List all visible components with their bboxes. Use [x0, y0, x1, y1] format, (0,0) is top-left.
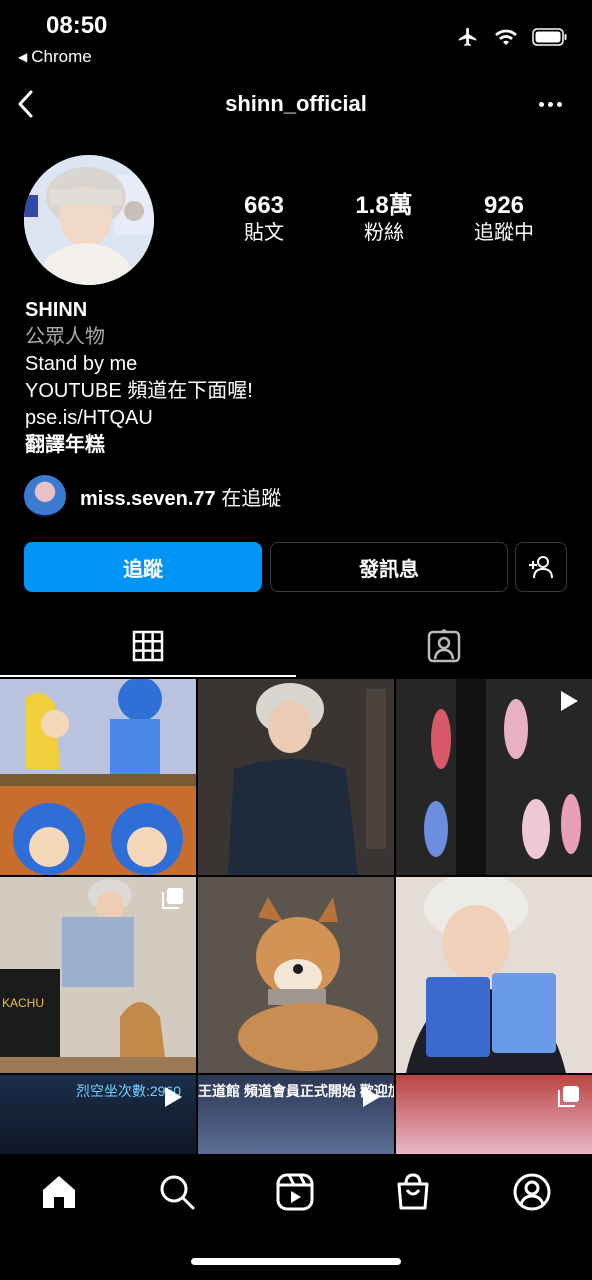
reel-play-icon [165, 1087, 182, 1107]
profile-bio: SHINN 公眾人物 Stand by me YOUTUBE 頻道在下面喔! p… [25, 297, 253, 459]
status-time: 08:50 [46, 12, 108, 39]
back-app-label: Chrome [31, 47, 92, 66]
post-thumbnail [198, 877, 394, 1073]
posts-count: 663 [243, 192, 285, 219]
grid-post[interactable]: 烈空坐次數:2960 [0, 1075, 196, 1155]
profile-category: 公眾人物 [25, 326, 105, 348]
followers-label: 粉絲 [364, 222, 404, 244]
posts-stat[interactable]: 663 貼文 [204, 192, 324, 246]
mutual-avatar [24, 475, 66, 517]
followers-stat[interactable]: 1.8萬 粉絲 [324, 192, 444, 246]
follow-button[interactable]: 追蹤 [24, 542, 262, 592]
mutual-username: miss.seven.77 [80, 487, 216, 510]
following-count: 926 [483, 192, 525, 219]
profile-icon[interactable] [512, 1172, 552, 1212]
grid-post[interactable] [396, 1075, 592, 1155]
grid-icon [132, 630, 164, 662]
followers-count: 1.8萬 [355, 192, 413, 219]
profile-tabs [0, 615, 592, 677]
bio-line: Stand by me [25, 353, 138, 375]
mutual-suffix: 在追蹤 [215, 487, 282, 510]
carousel-icon [162, 888, 183, 909]
tab-tagged[interactable] [296, 615, 592, 677]
following-stat[interactable]: 926 追蹤中 [444, 192, 564, 246]
grid-post[interactable] [198, 877, 394, 1073]
bio-line: YOUTUBE 頻道在下面喔! [25, 380, 253, 402]
bio-translation[interactable]: 翻譯年糕 [25, 432, 253, 459]
carousel-icon [558, 1086, 579, 1107]
battery-icon [532, 28, 567, 46]
status-icons [456, 26, 568, 48]
add-user-icon [529, 556, 553, 579]
grid-post[interactable]: KACHU [0, 877, 196, 1073]
bio-link[interactable]: pse.is/HTQAU [25, 405, 253, 432]
reels-icon[interactable] [275, 1172, 315, 1212]
suggest-users-button[interactable] [515, 542, 567, 592]
tagged-icon [427, 629, 461, 663]
active-tab-indicator [0, 675, 296, 677]
grid-post[interactable] [396, 679, 592, 875]
mutual-follower[interactable]: miss.seven.77 在追蹤 [24, 475, 281, 517]
airplane-icon [458, 27, 477, 47]
message-button[interactable]: 發訊息 [270, 542, 508, 592]
back-triangle-icon: ◀ [18, 50, 28, 64]
more-options-button[interactable] [539, 102, 562, 107]
tab-posts[interactable] [0, 615, 296, 677]
posts-label: 貼文 [244, 222, 284, 244]
reel-play-icon [363, 1087, 380, 1107]
wifi-icon [495, 29, 517, 45]
reel-play-icon [561, 691, 578, 711]
profile-username: shinn_official [225, 91, 367, 116]
avatar-image [24, 155, 154, 285]
grid-post[interactable] [396, 877, 592, 1073]
following-label: 追蹤中 [474, 222, 534, 244]
grid-post[interactable] [198, 679, 394, 875]
post-thumbnail [396, 877, 592, 1073]
svg-text:KACHU: KACHU [2, 996, 44, 1010]
profile-stats: 663 貼文 1.8萬 粉絲 926 追蹤中 [204, 192, 564, 246]
grid-post[interactable] [0, 679, 196, 875]
back-to-app-link[interactable]: ◀ Chrome [18, 47, 92, 67]
display-name: SHINN [25, 299, 88, 321]
profile-avatar[interactable] [24, 155, 154, 285]
home-indicator [191, 1258, 401, 1265]
grid-post[interactable]: 王道館 頻道會員正式開始 歡迎加 [198, 1075, 394, 1155]
home-icon[interactable] [39, 1172, 79, 1212]
post-thumbnail [0, 679, 196, 875]
shop-icon[interactable] [393, 1172, 433, 1212]
post-thumbnail [198, 679, 394, 875]
search-icon[interactable] [157, 1172, 197, 1212]
